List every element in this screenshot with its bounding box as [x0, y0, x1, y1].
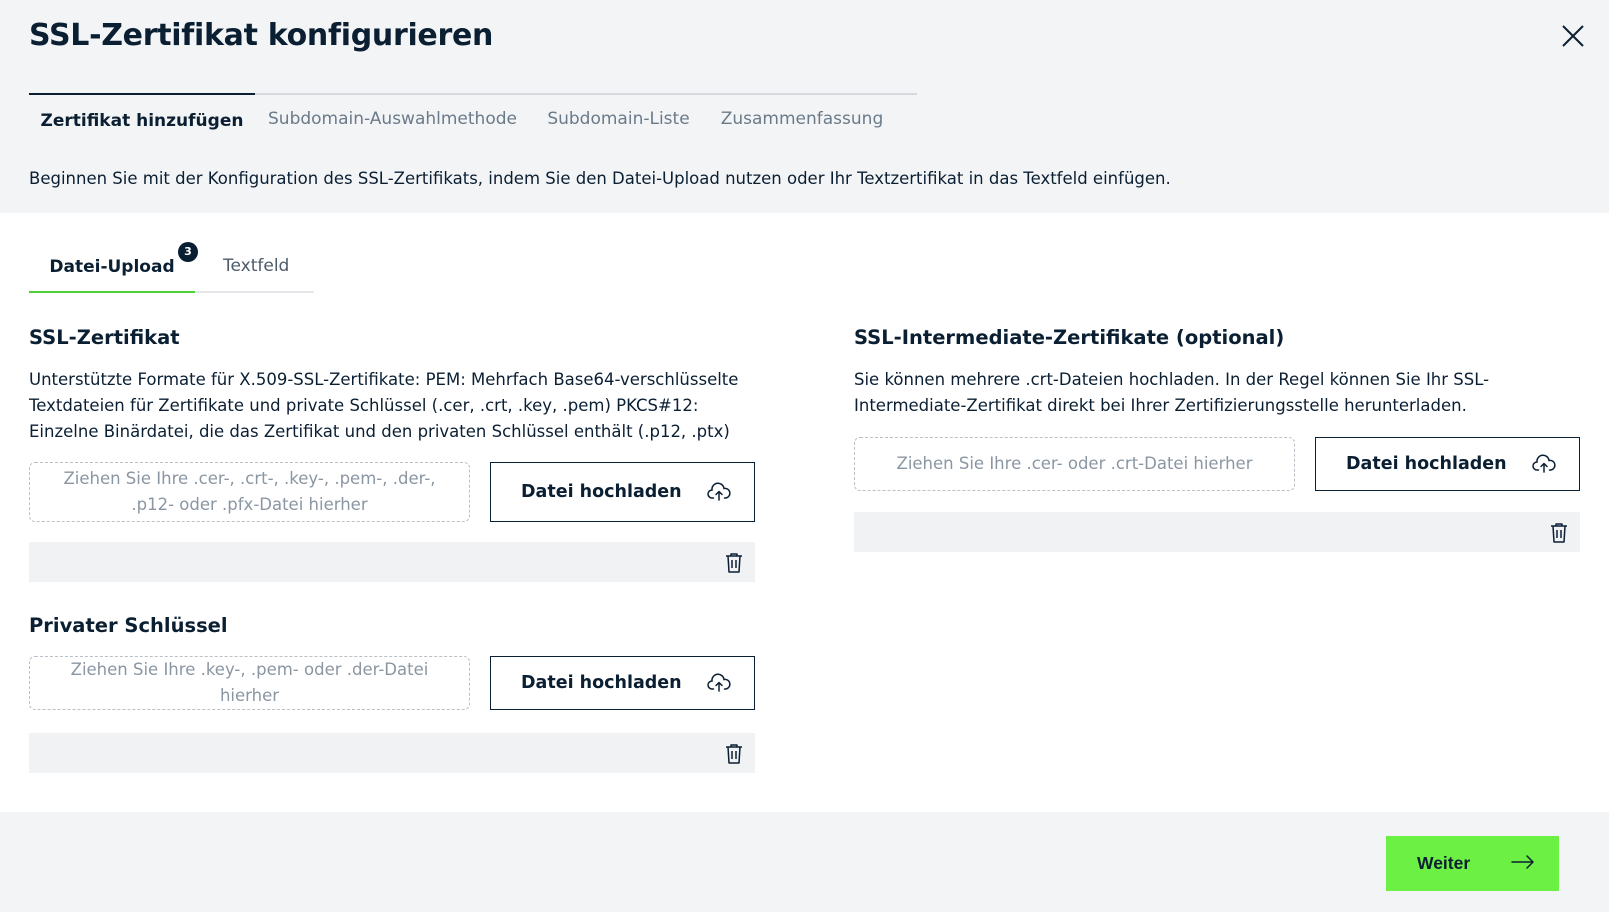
step-subdomain-method[interactable]: Subdomain-Auswahlmethode — [255, 95, 530, 141]
dialog-header: SSL-Zertifikat konfigurieren Zertifikat … — [0, 0, 1609, 213]
intro-text: Beginnen Sie mit der Konfiguration des S… — [29, 169, 1171, 188]
dialog-footer — [0, 812, 1609, 912]
private-key-upload-button[interactable]: Datei hochladen — [490, 656, 755, 710]
step-summary[interactable]: Zusammenfassung — [707, 95, 897, 141]
ssl-cert-dropzone[interactable]: Ziehen Sie Ihre .cer-, .crt-, .key-, .pe… — [29, 462, 470, 522]
ssl-cert-file-row — [29, 542, 755, 582]
intermediate-file-row — [854, 512, 1580, 552]
dialog-title: SSL-Zertifikat konfigurieren — [29, 18, 494, 53]
cloud-upload-icon — [1532, 454, 1556, 474]
ssl-cert-title: SSL-Zertifikat — [29, 326, 180, 349]
tab-textfield[interactable]: Textfeld — [195, 239, 289, 293]
private-key-upload-label: Datei hochladen — [521, 673, 682, 693]
intermediate-dropzone[interactable]: Ziehen Sie Ihre .cer- oder .crt-Datei hi… — [854, 437, 1295, 491]
trash-icon[interactable] — [1548, 521, 1570, 545]
intermediate-title: SSL-Intermediate-Zertifikate (optional) — [854, 326, 1285, 349]
dialog-content: Datei-Upload 3 Textfeld SSL-Zertifikat U… — [0, 213, 1609, 812]
intermediate-upload-label: Datei hochladen — [1346, 454, 1507, 474]
upload-mode-tabs: Datei-Upload 3 Textfeld — [29, 239, 314, 293]
tab-file-upload-label: Datei-Upload — [49, 257, 175, 277]
close-icon[interactable] — [1557, 20, 1589, 52]
arrow-right-icon — [1511, 854, 1535, 870]
trash-icon[interactable] — [723, 742, 745, 766]
intermediate-description: Sie können mehrere .crt-Dateien hochlade… — [854, 370, 1490, 415]
cloud-upload-icon — [707, 482, 731, 502]
private-key-file-row — [29, 733, 755, 773]
step-certificate-add[interactable]: Zertifikat hinzufügen — [29, 93, 255, 139]
private-key-dropzone[interactable]: Ziehen Sie Ihre .key-, .pem- oder .der-D… — [29, 656, 470, 710]
cloud-upload-icon — [707, 673, 731, 693]
ssl-cert-description: Unterstützte Formate für X.509-SSL-Zerti… — [29, 370, 739, 441]
next-button[interactable]: Weiter — [1386, 836, 1559, 891]
ssl-cert-upload-button[interactable]: Datei hochladen — [490, 462, 755, 522]
intermediate-upload-button[interactable]: Datei hochladen — [1315, 437, 1580, 491]
ssl-cert-upload-label: Datei hochladen — [521, 482, 682, 502]
trash-icon[interactable] — [723, 551, 745, 575]
step-subdomain-list[interactable]: Subdomain-Liste — [530, 95, 707, 141]
next-button-label: Weiter — [1417, 853, 1471, 873]
step-navigation: Zertifikat hinzufügen Subdomain-Auswahlm… — [29, 93, 917, 139]
private-key-title: Privater Schlüssel — [29, 614, 228, 637]
tab-file-upload[interactable]: Datei-Upload 3 — [29, 239, 198, 293]
